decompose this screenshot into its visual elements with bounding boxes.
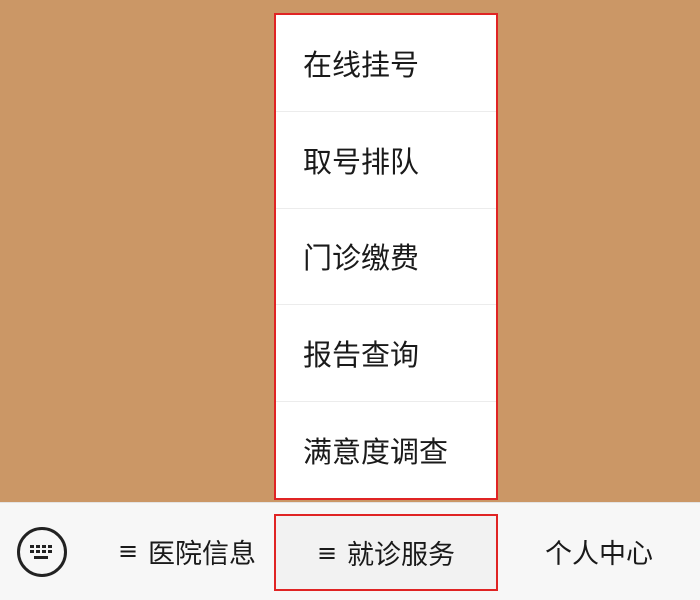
menu-hospital-info-button[interactable]: ≡ 医院信息 [100, 503, 274, 599]
submenu-item-online-registration[interactable]: 在线挂号 [276, 15, 496, 112]
menu-hospital-info-label: 医院信息 [148, 538, 257, 570]
menu-personal-center-label: 个人中心 [545, 538, 653, 570]
keyboard-toggle-button[interactable] [17, 527, 67, 577]
submenu-item-satisfaction-survey[interactable]: 满意度调查 [276, 402, 496, 498]
menu-medical-service-label: 就诊服务 [347, 540, 456, 571]
submenu-item-report-query[interactable]: 报告查询 [276, 305, 496, 403]
submenu-item-queue-number[interactable]: 取号排队 [276, 112, 496, 209]
submenu-item-outpatient-payment[interactable]: 门诊缴费 [276, 209, 496, 306]
menu-personal-center-button[interactable]: 个人中心 [498, 503, 700, 599]
submenu-popup: 在线挂号 取号排队 门诊缴费 报告查询 满意度调查 [274, 13, 498, 500]
menu-medical-service-button[interactable]: ≡ 就诊服务 [274, 514, 498, 591]
menu-lines-icon: ≡ [316, 538, 338, 567]
menu-lines-icon: ≡ [117, 537, 139, 565]
keyboard-icon [30, 545, 52, 559]
bottom-menu-bar: ≡ 医院信息 ≡ 就诊服务 个人中心 [0, 502, 700, 600]
